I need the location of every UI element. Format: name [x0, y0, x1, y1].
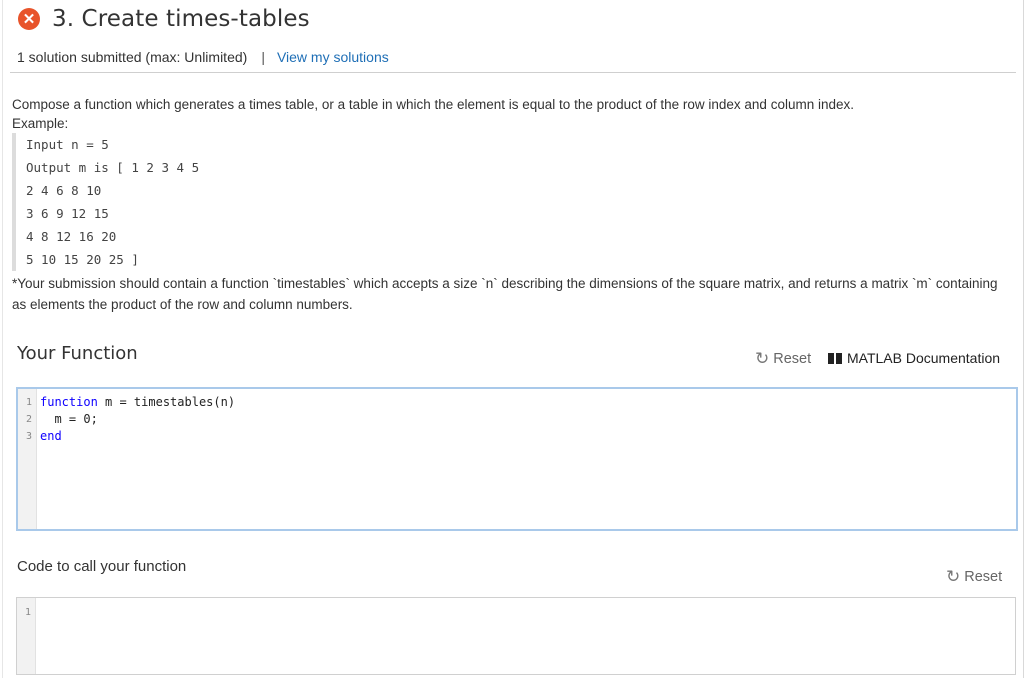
- function-editor[interactable]: 1 2 3 function m = timestables(n) m = 0;…: [16, 387, 1018, 531]
- function-reset-button[interactable]: ↻ Reset: [755, 349, 811, 369]
- problem-header: ✕ 3. Create times-tables: [18, 6, 310, 32]
- reset-label: Reset: [964, 569, 1003, 585]
- example-line: 5 10 15 20 25 ]: [26, 252, 139, 267]
- example-code-block: Input n = 5 Output m is [ 1 2 3 4 5 2 4 …: [12, 133, 236, 271]
- problem-description: Compose a function which generates a tim…: [12, 97, 854, 112]
- problem-title: 3. Create times-tables: [52, 6, 310, 32]
- your-function-title: Your Function: [17, 343, 138, 364]
- meta-separator: |: [261, 49, 265, 65]
- page: ✕ 3. Create times-tables 1 solution subm…: [0, 0, 1024, 678]
- call-reset-button[interactable]: ↻ Reset: [946, 567, 1002, 587]
- editor-gutter: 1 2 3: [18, 389, 37, 529]
- example-label: Example:: [12, 116, 69, 131]
- code-line: end: [40, 428, 235, 445]
- code-line: m = 0;: [40, 412, 98, 426]
- left-border: [2, 0, 3, 678]
- editor-code[interactable]: function m = timestables(n) m = 0; end: [40, 389, 235, 445]
- editor-gutter: 1: [17, 598, 36, 674]
- failed-status-icon: ✕: [18, 8, 40, 30]
- call-editor[interactable]: 1: [16, 597, 1016, 675]
- example-line: Output m is [ 1 2 3 4 5: [26, 160, 200, 175]
- example-line: Input n = 5: [26, 137, 109, 152]
- matlab-documentation-link[interactable]: MATLAB Documentation: [828, 350, 1000, 366]
- line-number: 3: [25, 431, 32, 442]
- reset-label: Reset: [773, 351, 812, 367]
- code-line: function m = timestables(n): [40, 394, 235, 411]
- reset-icon: ↻: [755, 349, 770, 368]
- reset-icon: ↻: [946, 567, 961, 586]
- example-line: 4 8 12 16 20: [26, 229, 117, 244]
- code-text: m = timestables(n): [97, 395, 236, 409]
- documentation-label: MATLAB Documentation: [847, 350, 1001, 366]
- line-number: 2: [25, 414, 32, 425]
- call-function-title: Code to call your function: [17, 558, 187, 575]
- divider: [10, 72, 1016, 73]
- example-line: 3 6 9 12 15: [26, 206, 109, 221]
- view-solutions-link[interactable]: View my solutions: [277, 49, 389, 65]
- submission-count: 1 solution submitted (max: Unlimited): [17, 49, 248, 65]
- keyword: end: [40, 429, 62, 443]
- example-line: 2 4 6 8 10: [26, 183, 102, 198]
- line-number: 1: [24, 607, 31, 618]
- keyword: function: [40, 395, 98, 409]
- submission-info: 1 solution submitted (max: Unlimited) | …: [17, 49, 389, 65]
- book-icon: [828, 352, 842, 364]
- line-number: 1: [25, 397, 32, 408]
- submission-note: *Your submission should contain a functi…: [12, 276, 998, 312]
